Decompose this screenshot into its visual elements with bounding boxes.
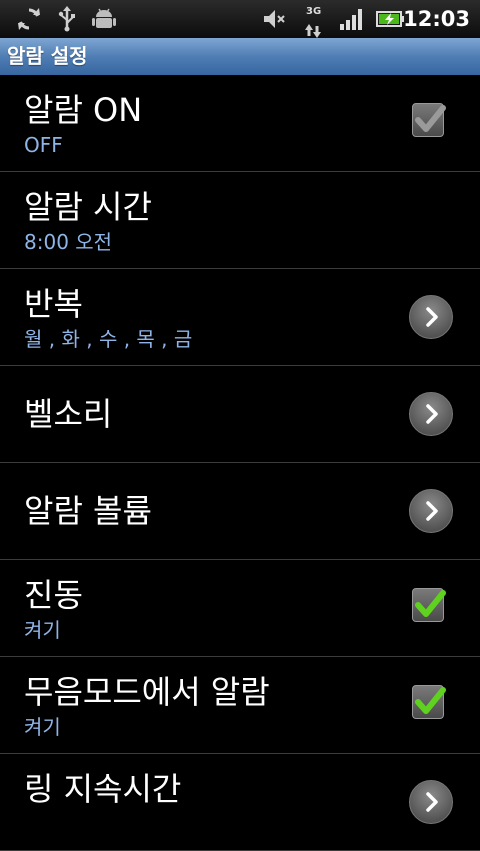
volume-chevron-button[interactable]: [409, 489, 453, 533]
setting-title: 무음모드에서 알람: [24, 673, 270, 711]
page-title: 알람 설정: [7, 44, 88, 68]
setting-alarm-volume[interactable]: 알람 볼륨: [0, 463, 480, 560]
sync-icon: [18, 8, 40, 30]
ringtone-chevron-button[interactable]: [409, 392, 453, 436]
checkmark-icon: [415, 590, 446, 617]
title-bar: 알람 설정: [0, 38, 480, 75]
setting-ringtone[interactable]: 벨소리: [0, 366, 480, 463]
setting-title: 벨소리: [24, 395, 113, 433]
setting-title: 알람 ON: [24, 91, 143, 129]
checkmark-icon: [415, 687, 446, 714]
mute-icon: [264, 10, 285, 28]
signal-icon: [340, 9, 362, 30]
setting-summary: 켜기: [24, 715, 61, 739]
checkmark-icon: [415, 105, 446, 132]
chevron-right-icon: [426, 792, 438, 812]
setting-summary: 8:00 오전: [24, 230, 113, 254]
settings-list: 알람 ON OFF 알람 시간 8:00 오전 반복 월 , 화 , 수 , 목…: [0, 75, 480, 851]
repeat-chevron-button[interactable]: [409, 295, 453, 339]
setting-vibrate[interactable]: 진동 켜기: [0, 560, 480, 657]
setting-title: 알람 시간: [24, 188, 152, 226]
setting-alarm-time[interactable]: 알람 시간 8:00 오전: [0, 172, 480, 269]
setting-title: 알람 볼륨: [24, 492, 152, 530]
clock: 12:03: [403, 7, 470, 31]
android-debug-icon: [92, 8, 116, 28]
setting-summary: OFF: [24, 133, 63, 157]
setting-alarm-in-silent-mode[interactable]: 무음모드에서 알람 켜기: [0, 657, 480, 754]
setting-title: 반복: [24, 285, 83, 323]
setting-title: 진동: [24, 576, 83, 614]
chevron-right-icon: [426, 501, 438, 521]
usb-icon: [58, 6, 75, 32]
battery-charging-icon: [376, 11, 404, 27]
setting-alarm-on[interactable]: 알람 ON OFF: [0, 75, 480, 172]
silent-mode-alarm-checkbox[interactable]: [412, 685, 446, 719]
setting-repeat[interactable]: 반복 월 , 화 , 수 , 목 , 금: [0, 269, 480, 366]
vibrate-checkbox[interactable]: [412, 588, 446, 622]
chevron-right-icon: [426, 404, 438, 424]
alarm-on-checkbox[interactable]: [412, 103, 446, 137]
chevron-right-icon: [426, 307, 438, 327]
network-type-label: 3G: [306, 6, 322, 17]
setting-summary: 켜기: [24, 618, 61, 642]
setting-ring-duration[interactable]: 링 지속시간: [0, 754, 480, 851]
setting-title: 링 지속시간: [24, 770, 182, 808]
status-bar: 3G 12:03: [0, 0, 480, 39]
ring-duration-chevron-button[interactable]: [409, 780, 453, 824]
setting-summary: 월 , 화 , 수 , 목 , 금: [24, 327, 193, 351]
